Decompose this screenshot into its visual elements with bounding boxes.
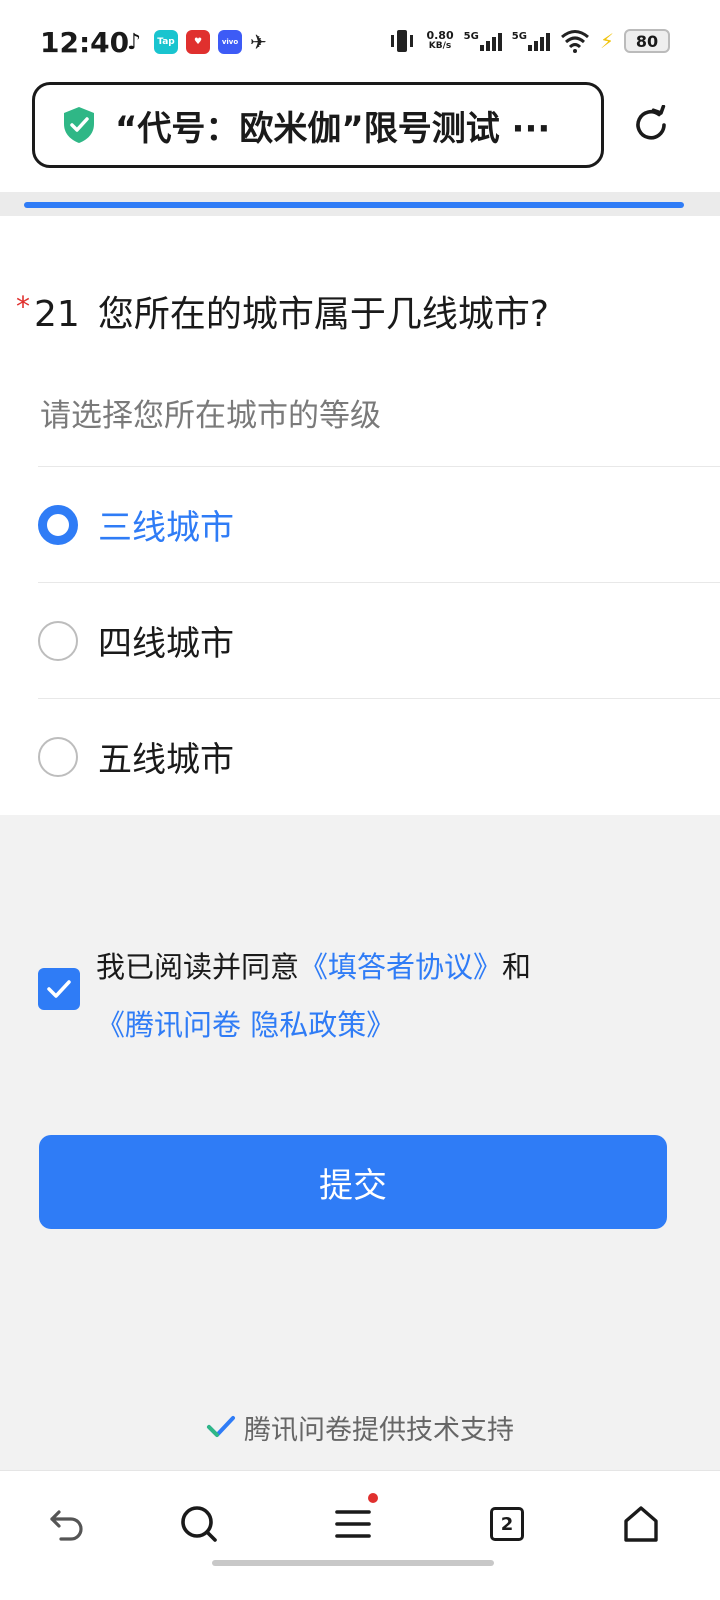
tabs-count-icon: 2	[490, 1507, 524, 1541]
privacy-policy-link[interactable]: 《腾讯问卷 隐私政策》	[38, 1008, 395, 1042]
question-number: 21	[34, 294, 80, 335]
app-red-icon: ♥	[186, 30, 210, 54]
address-bar[interactable]: “代号：欧米伽”限号测试 ···	[32, 82, 604, 168]
option-label: 四线城市	[98, 624, 234, 664]
taptap-icon: Tap	[154, 30, 178, 54]
agreement-checkbox[interactable]	[38, 968, 80, 1010]
status-time: 12:40	[40, 26, 130, 59]
wifi-icon	[560, 30, 589, 53]
back-button[interactable]	[42, 1499, 92, 1549]
net-speed: 0.80 KB/s	[426, 29, 454, 51]
gesture-bar[interactable]	[212, 1560, 494, 1566]
notification-dot	[368, 1493, 378, 1503]
agreement: 我已阅读并同意《填答者协议》和 《腾讯问卷 隐私政策》	[38, 938, 678, 1054]
menu-button[interactable]	[328, 1493, 378, 1549]
home-icon	[624, 1506, 658, 1542]
status-app-icons: ♪ Tap ♥ vivo ✈	[122, 29, 267, 55]
refresh-button[interactable]	[626, 100, 676, 150]
submit-button[interactable]: 提交	[39, 1135, 667, 1229]
menu-icon	[335, 1510, 371, 1538]
option-label: 三线城市	[98, 508, 234, 548]
radio-unchecked-icon[interactable]	[38, 736, 78, 777]
radio-unchecked-icon[interactable]	[38, 620, 78, 661]
radio-checked-icon[interactable]	[38, 504, 78, 545]
browser-bottom-nav: 2	[0, 1470, 720, 1600]
signal-sim1-icon: 5G	[464, 31, 502, 51]
tabs-button[interactable]: 2	[482, 1499, 532, 1549]
required-mark: *	[16, 290, 30, 323]
signal-sim2-icon: 5G	[512, 31, 550, 51]
option-tier3[interactable]: 三线城市	[38, 466, 720, 582]
option-label: 五线城市	[98, 740, 234, 780]
option-tier4[interactable]: 四线城市	[38, 582, 720, 698]
vivo-icon: vivo	[218, 30, 242, 54]
respondent-agreement-link[interactable]: 《填答者协议》	[299, 950, 502, 984]
question-hint: 请选择您所在城市的等级	[40, 398, 381, 434]
page-title: “代号：欧米伽”限号测试 ···	[115, 108, 551, 149]
vibrate-icon	[391, 30, 414, 52]
question-text: 您所在的城市属于几线城市?	[97, 294, 549, 335]
tencent-survey-logo-icon	[207, 1415, 235, 1437]
refresh-icon	[636, 105, 666, 140]
search-icon	[181, 1506, 217, 1542]
agreement-text: 我已阅读并同意《填答者协议》和 《腾讯问卷 隐私政策》	[96, 938, 678, 1054]
option-tier5[interactable]: 五线城市	[38, 698, 720, 814]
charging-icon: ⚡	[599, 29, 614, 53]
battery-icon: 80	[624, 29, 670, 53]
home-button[interactable]	[616, 1499, 666, 1549]
checkmark-icon	[47, 980, 71, 998]
tiktok-icon: ♪	[126, 29, 142, 55]
page-load-progress	[24, 202, 684, 208]
option-list: 三线城市 四线城市 五线城市	[38, 466, 720, 814]
bird-icon: ✈	[250, 30, 267, 54]
back-arrow-icon	[50, 1510, 83, 1541]
search-button[interactable]	[174, 1499, 224, 1549]
powered-by: 腾讯问卷提供技术支持	[0, 1408, 720, 1447]
status-bar: 12:40 ♪ Tap ♥ vivo ✈ 0.80 KB/s 5G 5G ⚡ 8…	[0, 0, 720, 86]
question-header: * 21 您所在的城市属于几线城市?	[16, 292, 706, 338]
shield-check-icon	[64, 107, 94, 143]
